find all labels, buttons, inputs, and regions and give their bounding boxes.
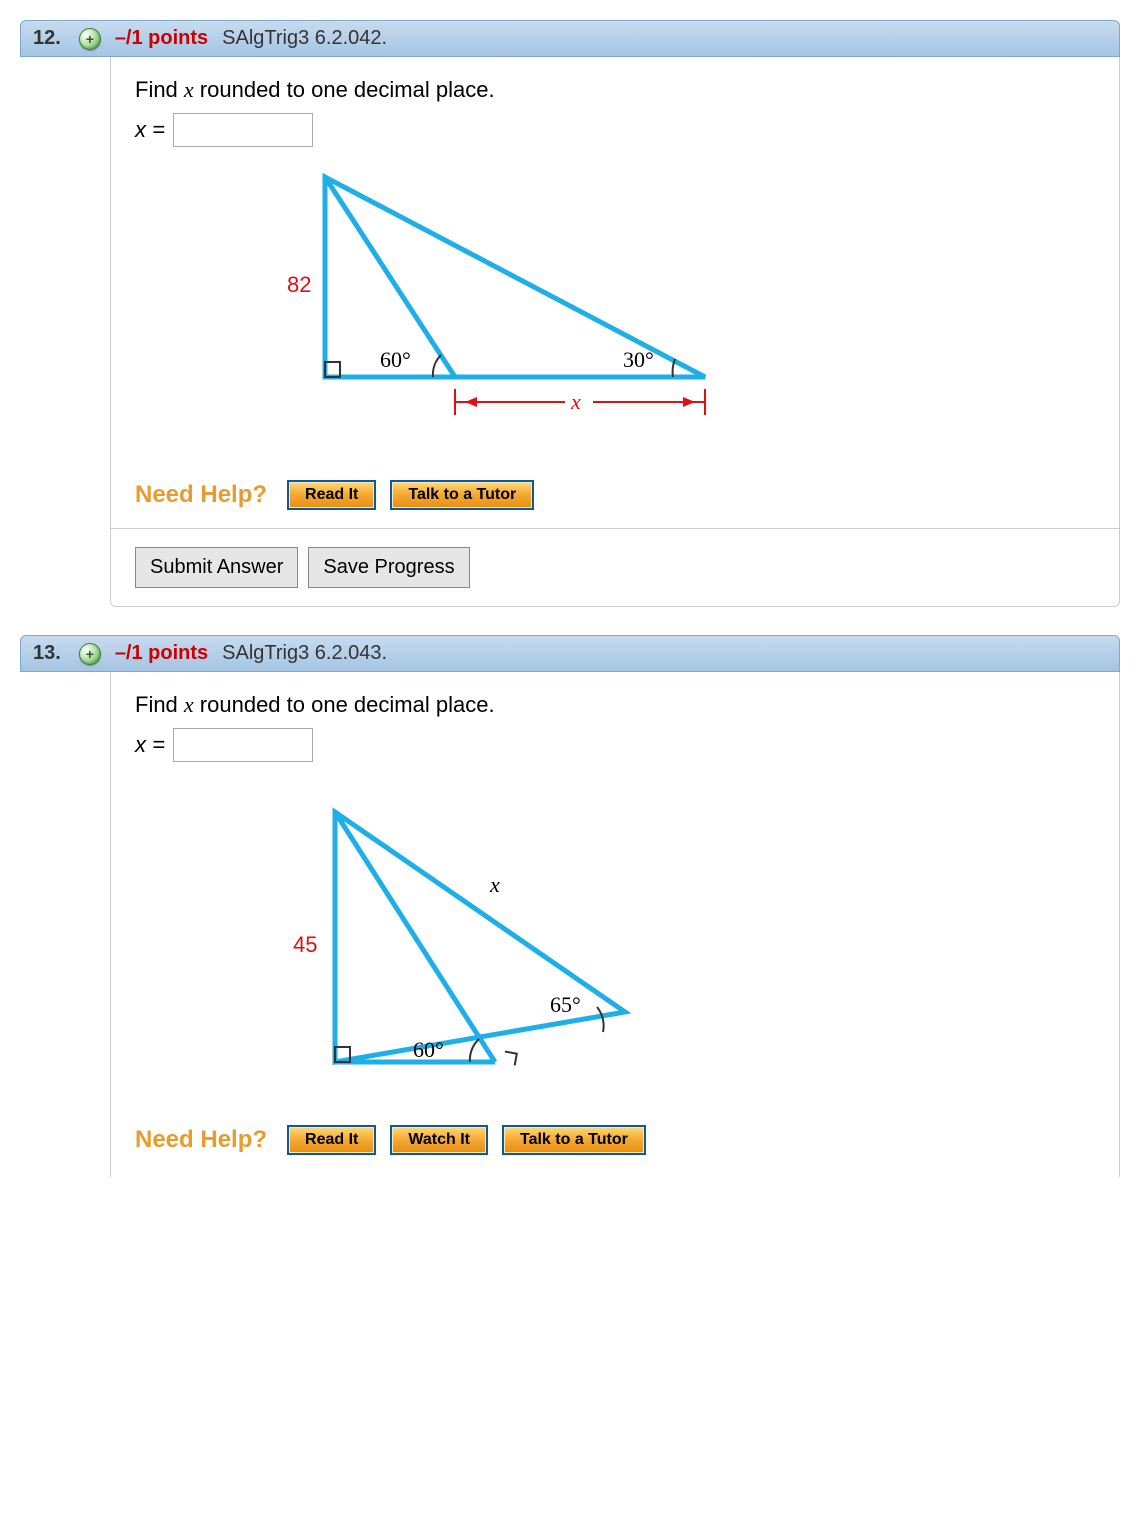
question-prompt: Find x rounded to one decimal place. [135,692,1095,718]
side-label: 82 [287,272,311,297]
answer-input[interactable] [173,113,313,147]
answer-input[interactable] [173,728,313,762]
question-body: Find x rounded to one decimal place. x =… [110,57,1120,607]
question-header: 13. + –/1 points SAlgTrig3 6.2.043. [20,635,1120,672]
watch-it-button[interactable]: Watch It [390,1125,488,1155]
x-equals-label: x = [135,732,165,758]
help-row: Need Help? Read It Talk to a Tutor [135,480,1095,528]
save-progress-button[interactable]: Save Progress [308,547,469,588]
plus-icon[interactable]: + [79,28,101,50]
angle-right-label: 65° [550,992,581,1017]
question-header: 12. + –/1 points SAlgTrig3 6.2.042. [20,20,1120,57]
submit-row: Submit Answer Save Progress [111,528,1119,606]
talk-to-tutor-button[interactable]: Talk to a Tutor [502,1125,646,1155]
angle-left-label: 60° [413,1037,444,1062]
angle-left-label: 60° [380,347,411,372]
question-prompt: Find x rounded to one decimal place. [135,77,1095,103]
diagram-13: 45 60° 65° x [265,782,1095,1107]
x-span-label: x [489,872,500,897]
question-13: 13. + –/1 points SAlgTrig3 6.2.043. Find… [20,635,1120,1177]
question-number: 13. [33,642,61,665]
question-ref: SAlgTrig3 6.2.043. [222,642,387,665]
points-label: –/1 points [115,27,208,50]
need-help-label: Need Help? [135,481,267,509]
help-row: Need Help? Read It Watch It Talk to a Tu… [135,1125,1095,1159]
read-it-button[interactable]: Read It [287,480,376,510]
submit-answer-button[interactable]: Submit Answer [135,547,298,588]
x-equals-label: x = [135,117,165,143]
answer-row: x = [135,728,1095,762]
question-12: 12. + –/1 points SAlgTrig3 6.2.042. Find… [20,20,1120,607]
plus-icon[interactable]: + [79,643,101,665]
talk-to-tutor-button[interactable]: Talk to a Tutor [390,480,534,510]
question-body: Find x rounded to one decimal place. x = [110,672,1120,1177]
x-span-label: x [570,389,581,414]
need-help-label: Need Help? [135,1126,267,1154]
answer-row: x = [135,113,1095,147]
diagram-12: 82 60° 30° x [265,167,1095,462]
question-ref: SAlgTrig3 6.2.042. [222,27,387,50]
points-label: –/1 points [115,642,208,665]
side-label: 45 [293,932,317,957]
angle-right-label: 30° [623,347,654,372]
read-it-button[interactable]: Read It [287,1125,376,1155]
question-number: 12. [33,27,61,50]
